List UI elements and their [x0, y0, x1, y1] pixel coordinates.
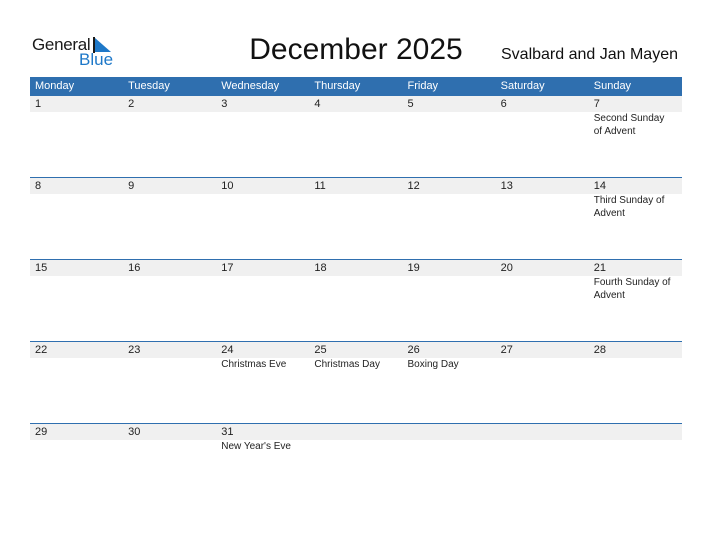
day-cell[interactable]: 5: [403, 96, 496, 138]
day-cell[interactable]: 21 Fourth Sunday of Advent: [589, 260, 682, 302]
day-cell: [589, 424, 682, 453]
week-row: 29 30 31 New Year's Eve: [30, 423, 682, 505]
weekday-thursday: Thursday: [314, 80, 361, 92]
country-label: Svalbard and Jan Mayen: [501, 46, 678, 63]
day-cell: [403, 424, 496, 453]
day-number: 6: [500, 98, 507, 110]
week-cells: 15 16 17 18 19 20 21 Fourth Sunday of Advent: [30, 260, 682, 302]
day-number: 29: [35, 426, 48, 438]
day-number: 19: [407, 262, 420, 274]
day-cell[interactable]: 16: [123, 260, 216, 302]
day-number: 15: [35, 262, 48, 274]
day-number: [501, 424, 589, 440]
day-number: [594, 424, 682, 440]
day-event: Second Sunday of Advent: [593, 113, 665, 137]
day-event: Third Sunday of Advent: [593, 195, 665, 219]
week-row: 22 23 24 Christmas Eve 25 Christmas Day 26 Boxi…: [30, 341, 682, 423]
weekday-saturday: Saturday: [500, 80, 545, 92]
day-event: Fourth Sunday of Advent: [593, 277, 671, 301]
day-number: [408, 424, 496, 440]
day-number: 7: [593, 98, 600, 110]
day-number: 14: [593, 180, 606, 192]
day-number: 10: [221, 180, 234, 192]
day-number: 20: [500, 262, 513, 274]
day-cell[interactable]: 8: [30, 178, 123, 220]
day-event: Christmas Eve: [221, 359, 287, 370]
day-number: 16: [128, 262, 141, 274]
day-number: 12: [407, 180, 420, 192]
day-number: 13: [500, 180, 513, 192]
weekday-friday: Friday: [407, 80, 439, 92]
day-number: 1: [35, 98, 42, 110]
weekday-sunday: Sunday: [593, 80, 632, 92]
weekday-wednesday: Wednesday: [221, 80, 280, 92]
day-cell[interactable]: 19: [403, 260, 496, 302]
day-number: 26: [407, 344, 420, 356]
day-event: Christmas Day: [314, 359, 380, 370]
day-cell[interactable]: 29: [30, 424, 123, 453]
weekday-tuesday: Tuesday: [128, 80, 170, 92]
day-cell[interactable]: 10: [216, 178, 309, 220]
day-number: 21: [593, 262, 606, 274]
weekday-monday: Monday: [35, 80, 75, 92]
week-row: 1 2 3 4 5 6 7 Second Sunday of Advent: [30, 96, 682, 177]
day-number: 9: [128, 180, 135, 192]
week-cells: 29 30 31 New Year's Eve: [30, 424, 682, 453]
weeks-container: 1 2 3 4 5 6 7 Second Sunday of Advent 8 9 10 11 12 13…: [30, 96, 682, 505]
day-event: New Year's Eve: [221, 441, 291, 452]
week-row: 15 16 17 18 19 20 21 Fourth Sunday of Advent: [30, 259, 682, 341]
day-cell[interactable]: 22: [30, 342, 123, 371]
day-cell[interactable]: 6: [496, 96, 589, 138]
day-number: 27: [500, 344, 513, 356]
day-number: 25: [314, 344, 327, 356]
day-cell[interactable]: 14 Third Sunday of Advent: [589, 178, 682, 220]
day-cell: [309, 424, 402, 453]
day-number: 3: [221, 98, 228, 110]
day-number: 28: [593, 344, 606, 356]
week-cells: 1 2 3 4 5 6 7 Second Sunday of Advent: [30, 96, 682, 138]
week-cells: 22 23 24 Christmas Eve 25 Christmas Day 26 Boxi…: [30, 342, 682, 371]
day-number: 31: [221, 426, 234, 438]
day-number: 2: [128, 98, 135, 110]
week-cells: 8 9 10 11 12 13 14 Third Sunday of Advent: [30, 178, 682, 220]
day-number: 23: [128, 344, 141, 356]
day-number: 18: [314, 262, 327, 274]
day-cell[interactable]: 31 New Year's Eve: [216, 424, 309, 453]
day-cell[interactable]: 30: [123, 424, 216, 453]
day-cell[interactable]: 15: [30, 260, 123, 302]
day-number: 22: [35, 344, 48, 356]
day-cell[interactable]: 7 Second Sunday of Advent: [589, 96, 682, 138]
day-number: 11: [314, 180, 326, 192]
day-number: [314, 424, 402, 440]
day-number: 4: [314, 98, 321, 110]
day-cell[interactable]: 27: [496, 342, 589, 371]
day-cell[interactable]: 23: [123, 342, 216, 371]
day-cell[interactable]: 11: [309, 178, 402, 220]
day-cell[interactable]: 13: [496, 178, 589, 220]
day-number: 5: [407, 98, 414, 110]
day-cell[interactable]: 17: [216, 260, 309, 302]
day-number: 30: [128, 426, 141, 438]
day-cell[interactable]: 18: [309, 260, 402, 302]
day-cell[interactable]: 2: [123, 96, 216, 138]
calendar-grid: Monday Tuesday Wednesday Thursday Friday…: [30, 77, 682, 505]
weekday-header: Monday Tuesday Wednesday Thursday Friday…: [30, 77, 682, 96]
day-number: 17: [221, 262, 234, 274]
day-cell[interactable]: 4: [309, 96, 402, 138]
day-cell[interactable]: 28: [589, 342, 682, 371]
day-cell[interactable]: 20: [496, 260, 589, 302]
day-cell[interactable]: 25 Christmas Day: [309, 342, 402, 371]
day-cell: [496, 424, 589, 453]
week-row: 8 9 10 11 12 13 14 Third Sunday of Advent: [30, 177, 682, 259]
day-cell[interactable]: 26 Boxing Day: [403, 342, 496, 371]
day-event: Boxing Day: [407, 359, 459, 370]
day-cell[interactable]: 3: [216, 96, 309, 138]
day-number: 8: [35, 180, 42, 192]
day-number: 24: [221, 344, 234, 356]
day-cell[interactable]: 12: [403, 178, 496, 220]
day-cell[interactable]: 24 Christmas Eve: [216, 342, 309, 371]
day-cell[interactable]: 1: [30, 96, 123, 138]
day-cell[interactable]: 9: [123, 178, 216, 220]
